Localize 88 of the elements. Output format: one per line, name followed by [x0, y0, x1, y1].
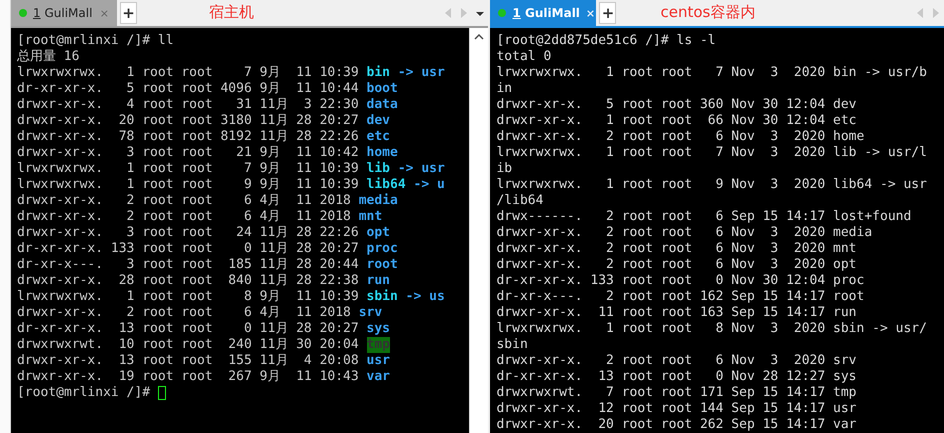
file-name: proc: [366, 241, 398, 257]
file-name: var: [366, 369, 390, 385]
file-info: drwxr-xr-x. 20 root root 3180 11月 28 20:27: [16, 113, 360, 129]
new-tab-button[interactable]: +: [120, 2, 137, 24]
file-info: dr-xr-xr-x. 13 root root 0 11月 28 20:27: [16, 321, 360, 337]
command-line: [root@2dd875de51c6 /]# ls -l: [496, 33, 716, 49]
file-info: lrwxrwxrwx. 1 root root 9 9月 11 10:39: [16, 177, 359, 193]
tab-label: 1 GuliMall: [512, 6, 580, 20]
output-line: dr-xr-xr-x. 133 root root 0 Nov 30 12:04 proc: [496, 273, 864, 289]
file-name: lib: [366, 161, 390, 177]
next-icon[interactable]: [460, 8, 468, 18]
file-info: drwxr-xr-x. 19 root root 267 9月 11 10:43: [16, 369, 360, 385]
output-line: in: [496, 81, 512, 97]
link-target: -> usr: [396, 65, 445, 81]
file-name: sys: [366, 321, 390, 337]
file-name: dev: [366, 113, 390, 129]
output-line: drwxr-xr-x. 2 root root 6 Nov 3 2020 opt: [496, 257, 857, 273]
file-name: home: [366, 145, 398, 161]
file-info: drwxrwxrwt. 10 root root 240 11月 30 20:04: [16, 337, 360, 353]
output-line: 总用量 16: [16, 49, 80, 65]
output-line: lrwxrwxrwx. 1 root root 9 Nov 3 2020 lib64 -> usr: [496, 177, 927, 193]
file-info: dr-xr-x---. 3 root root 185 11月 28 20:44: [16, 257, 360, 273]
output-line: drwxr-xr-x. 2 root root 6 Nov 3 2020 home: [496, 129, 864, 145]
file-name: bin: [366, 65, 390, 81]
file-info: lrwxrwxrwx. 1 root root 7 9月 11 10:39: [16, 65, 360, 81]
file-info: lrwxrwxrwx. 1 root root 8 9月 11 10:39: [16, 289, 360, 305]
terminal-tab[interactable]: 1 GuliMall ×: [490, 0, 596, 26]
output-line: lrwxrwxrwx. 1 root root 7 Nov 3 2020 bin -> usr/b: [496, 65, 927, 81]
file-info: drwxr-xr-x. 2 root root 6 4月 11 2018: [16, 209, 352, 225]
scrollbar[interactable]: [469, 28, 488, 433]
file-info: lrwxrwxrwx. 1 root root 7 9月 11 10:39: [16, 161, 360, 177]
file-info: drwxr-xr-x. 2 root root 6 4月 11 2018: [16, 305, 352, 321]
output-line: drwxr-xr-x. 2 root root 6 Nov 3 2020 srv: [496, 353, 857, 369]
file-info: drwxr-xr-x. 4 root root 31 11月 3 22:30: [16, 97, 360, 113]
output-line: dr-xr-x---. 2 root root 162 Sep 15 14:17 root: [496, 289, 864, 305]
output-line: drwxr-xr-x. 20 root root 262 Sep 15 14:17 var: [496, 417, 857, 433]
annotation-label: 宿主机: [208, 3, 254, 22]
file-name: opt: [366, 225, 390, 241]
previous-icon[interactable]: [916, 8, 924, 18]
file-name: boot: [366, 81, 398, 97]
command-line: [root@mrlinxi /]# ll: [16, 33, 174, 49]
link-target: -> u: [412, 177, 445, 193]
previous-icon[interactable]: [444, 8, 452, 18]
file-info: drwxr-xr-x. 28 root root 840 11月 28 22:38: [16, 273, 360, 289]
file-info: drwxr-xr-x. 13 root root 155 11月 4 20:08: [16, 353, 360, 369]
file-name: lib64: [366, 177, 406, 193]
output-line: drwxr-xr-x. 1 root root 66 Nov 30 12:04 etc: [496, 113, 857, 129]
output-line: lrwxrwxrwx. 1 root root 7 Nov 3 2020 lib -> usr/l: [496, 145, 927, 161]
file-info: drwxr-xr-x. 3 root root 24 11月 28 22:26: [16, 225, 360, 241]
next-icon[interactable]: [932, 8, 940, 18]
file-name: etc: [366, 129, 390, 145]
terminal-tab[interactable]: 1 GuliMall ×: [10, 0, 117, 26]
annotation-label: centos容器内: [660, 3, 756, 22]
tab-label: 1 GuliMall: [32, 6, 94, 20]
output-line: drwxr-xr-x. 11 root root 163 Sep 15 14:17 run: [496, 305, 857, 321]
output-line: drwxrwxrwt. 7 root root 171 Sep 15 14:17 tmp: [496, 385, 857, 401]
file-name: tmp: [366, 337, 390, 353]
status-dot-icon: [498, 9, 506, 17]
output-line: drwxr-xr-x. 2 root root 6 Nov 3 2020 mnt: [496, 241, 857, 257]
new-tab-button[interactable]: +: [599, 2, 616, 24]
file-name: media: [358, 193, 398, 209]
status-dot-icon: [18, 9, 27, 17]
output-line: dr-xr-xr-x. 13 root root 0 Nov 28 12:27 sys: [496, 369, 857, 385]
output-line: drwxr-xr-x. 2 root root 6 Nov 3 2020 media: [496, 225, 872, 241]
file-info: drwxr-xr-x. 3 root root 21 9月 11 10:42: [16, 145, 360, 161]
output-line: sbin: [496, 337, 528, 353]
output-line: drwxr-xr-x. 12 root root 144 Sep 15 14:17 usr: [496, 401, 857, 417]
output-line: /lib64: [496, 193, 544, 209]
output-line: drwxr-xr-x. 5 root root 360 Nov 30 12:04 dev: [496, 97, 857, 113]
output-line: ib: [496, 161, 512, 177]
scroll-up-icon[interactable]: [474, 34, 484, 40]
file-name: usr: [366, 353, 390, 369]
file-info: dr-xr-xr-x. 133 root root 0 11月 28 20:27: [16, 241, 360, 257]
link-target: -> us: [404, 289, 445, 305]
file-name: sbin: [366, 289, 398, 305]
file-name: srv: [358, 305, 382, 321]
output-line: [root@mrlinxi /]#: [16, 385, 152, 401]
output-line: total 0: [496, 49, 552, 65]
link-target: -> usr: [396, 161, 445, 177]
file-info: dr-xr-xr-x. 5 root root 4096 9月 11 10:44: [16, 81, 360, 97]
file-name: data: [366, 97, 398, 113]
file-info: drwxr-xr-x. 78 root root 8192 11月 28 22:26: [16, 129, 360, 145]
output-line: lrwxrwxrwx. 1 root root 8 Nov 3 2020 sbin -> usr/: [496, 321, 927, 337]
file-info: drwxr-xr-x. 2 root root 6 4月 11 2018: [16, 193, 352, 209]
file-name: root: [366, 257, 398, 273]
output-line: drwx------. 2 root root 6 Sep 15 14:17 lost+found: [496, 209, 912, 225]
file-name: mnt: [358, 209, 382, 225]
file-name: run: [366, 273, 390, 289]
